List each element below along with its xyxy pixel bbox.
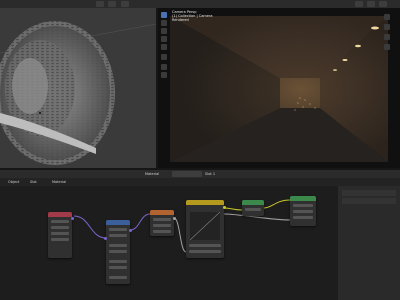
node-field[interactable]: [293, 204, 313, 207]
node-header: [150, 210, 174, 215]
node-header: [242, 200, 264, 205]
right-header-button-3[interactable]: [379, 1, 387, 7]
transform-tool-icon[interactable]: [161, 54, 167, 60]
subheader-item-object[interactable]: Object: [8, 180, 19, 184]
node-field[interactable]: [293, 210, 313, 213]
annotate-tool-icon[interactable]: [161, 64, 167, 70]
viewport-left[interactable]: [0, 8, 156, 168]
node-field[interactable]: [153, 230, 171, 233]
node-socket-row[interactable]: [51, 226, 69, 229]
input-socket[interactable]: [104, 237, 107, 240]
left-header-button-2[interactable]: [108, 1, 116, 7]
node-header: [106, 220, 130, 225]
cursor-tool-icon[interactable]: [161, 20, 167, 26]
subheader-item-slot[interactable]: Slot: [30, 180, 37, 184]
select-tool-icon[interactable]: [161, 12, 167, 18]
gizmo-group: [378, 14, 396, 74]
right-header-button-2[interactable]: [367, 1, 375, 7]
tunnel-render: [170, 16, 388, 162]
node-color-ramp[interactable]: [242, 200, 264, 216]
header-slot-label[interactable]: Slot 1: [205, 172, 215, 176]
output-socket[interactable]: [129, 229, 132, 232]
rotate-tool-icon[interactable]: [161, 36, 167, 42]
node-editor-header: Material Slot 1: [0, 170, 400, 178]
right-header-button[interactable]: [355, 1, 363, 7]
node-field[interactable]: [109, 266, 127, 269]
curve-widget[interactable]: [189, 211, 221, 241]
viewport-overlay-text: Camera Persp (1) Collection | Camera Ren…: [172, 10, 213, 22]
left-header-button-3[interactable]: [121, 1, 129, 7]
node-field[interactable]: [109, 260, 127, 263]
side-panel-item-node[interactable]: [342, 190, 396, 196]
node-socket-row[interactable]: [51, 232, 69, 235]
node-field[interactable]: [293, 216, 313, 219]
output-socket[interactable]: [71, 217, 74, 220]
node-field[interactable]: [153, 224, 171, 227]
toolbar-left: [160, 12, 168, 78]
side-panel-item-options[interactable]: [342, 198, 396, 204]
node-field[interactable]: [109, 250, 127, 253]
node-field[interactable]: [109, 228, 127, 231]
camera-icon[interactable]: [384, 34, 390, 40]
grid-icon[interactable]: [384, 44, 390, 50]
node-editor-canvas[interactable]: [0, 186, 338, 300]
node-socket-row[interactable]: [51, 238, 69, 241]
node-field[interactable]: [189, 244, 221, 247]
node-editor-subheader: Object Slot Material: [0, 178, 400, 186]
overlay-render-label: Rendered: [172, 18, 189, 22]
node-noise-texture[interactable]: [150, 210, 176, 236]
curve-graph: [189, 211, 221, 241]
node-field[interactable]: [153, 218, 171, 221]
node-field[interactable]: [109, 276, 127, 279]
zoom-icon[interactable]: [384, 14, 390, 20]
node-header: [290, 196, 316, 201]
output-socket[interactable]: [223, 206, 226, 209]
top-header: [0, 0, 400, 8]
node-rgb-curves[interactable]: [186, 200, 226, 258]
tunnel-mesh-render: [0, 21, 156, 165]
node-principled-bsdf[interactable]: [290, 196, 316, 226]
measure-tool-icon[interactable]: [161, 72, 167, 78]
pan-icon[interactable]: [384, 24, 390, 30]
subheader-item-material[interactable]: Material: [52, 180, 66, 184]
viewport-right[interactable]: Camera Persp (1) Collection | Camera Ren…: [158, 8, 400, 168]
header-dropdown[interactable]: [172, 171, 202, 177]
node-socket-row[interactable]: [51, 220, 69, 223]
node-side-panel: [338, 186, 400, 300]
node-header: [48, 212, 72, 217]
node-field[interactable]: [109, 234, 127, 237]
node-header: [186, 200, 224, 205]
left-header-button[interactable]: [96, 1, 104, 7]
node-field[interactable]: [189, 250, 221, 253]
scale-tool-icon[interactable]: [161, 44, 167, 50]
node-texture-coordinate[interactable]: [48, 212, 74, 258]
node-mapping[interactable]: [104, 220, 132, 284]
node-field[interactable]: [245, 208, 261, 211]
node-field[interactable]: [109, 244, 127, 247]
move-tool-icon[interactable]: [161, 28, 167, 34]
header-mid-label[interactable]: Material: [145, 172, 159, 176]
output-socket[interactable]: [173, 217, 176, 220]
